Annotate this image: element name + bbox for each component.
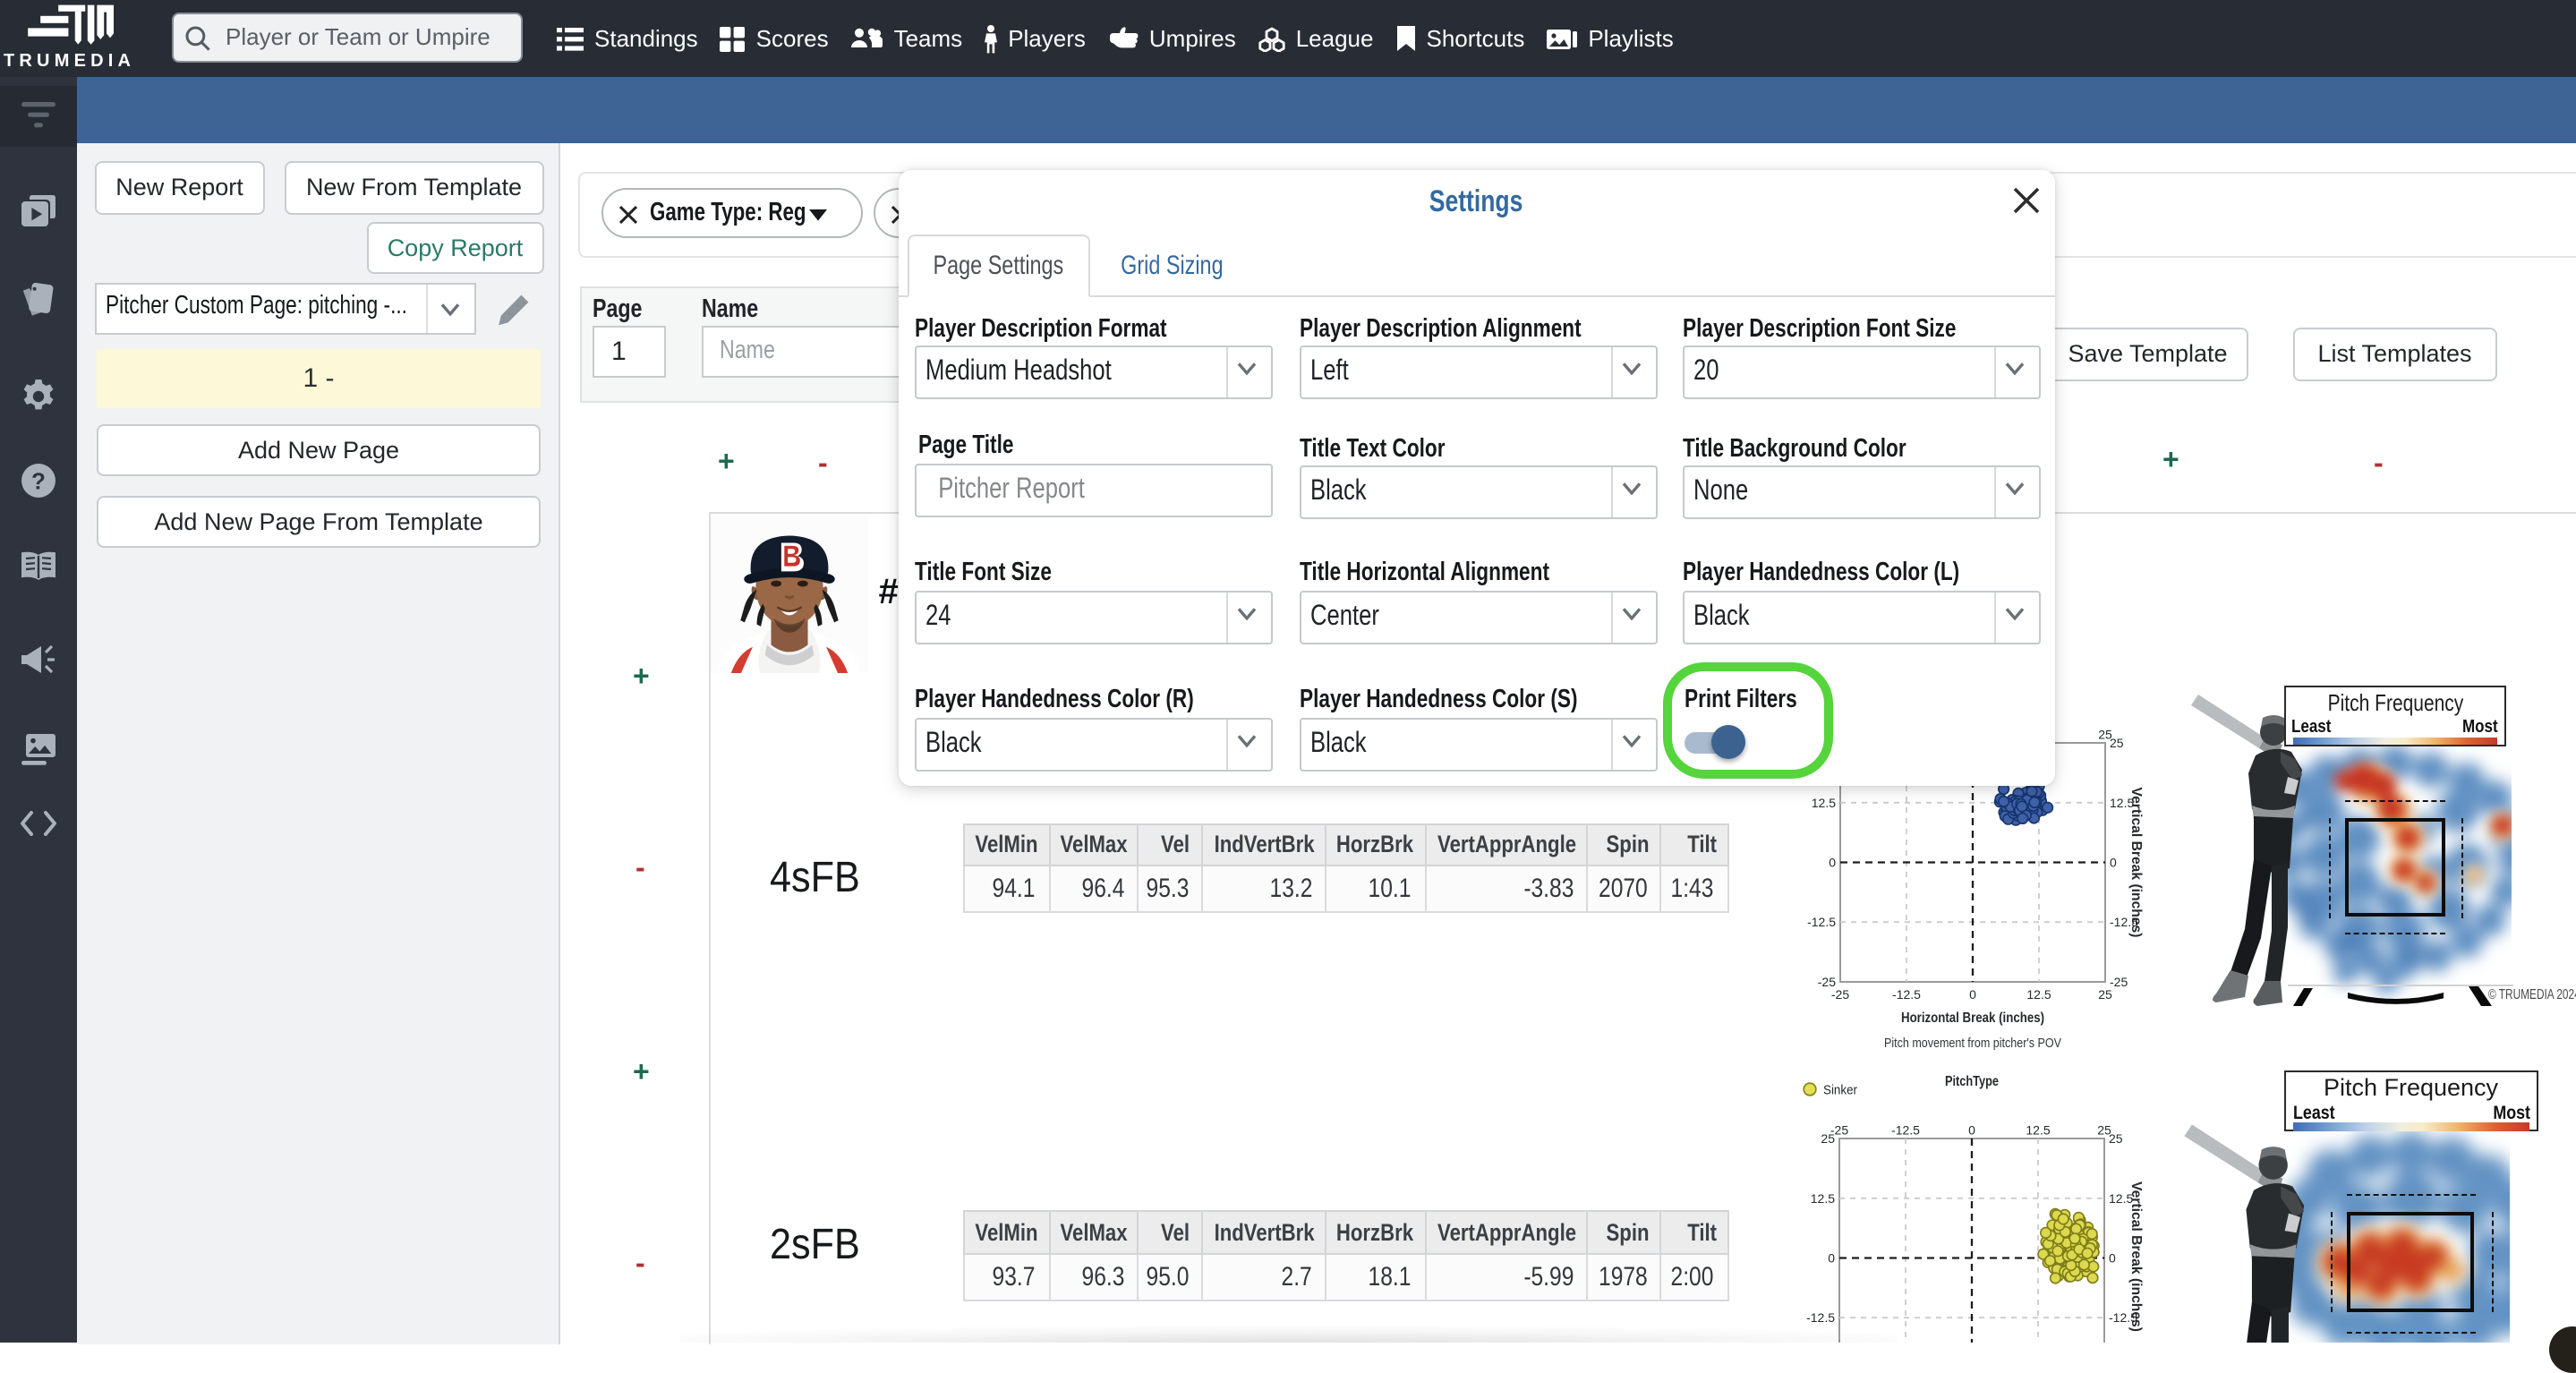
svg-text:12.5: 12.5 [2026,987,2051,1002]
svg-text:-12.5: -12.5 [1891,1123,1920,1138]
svg-text:12.5: 12.5 [1812,796,1836,810]
svg-text:25: 25 [2098,987,2112,1002]
svg-text:0: 0 [2110,855,2117,869]
svg-text:-12.5: -12.5 [1892,987,1921,1002]
svg-text:0: 0 [1828,1250,1835,1265]
svg-text:Pitch movement from pitcher's: Pitch movement from pitcher's POV [1884,1036,2061,1051]
svg-text:Vertical Break (inches): Vertical Break (inches) [2128,788,2144,938]
svg-text:12.5: 12.5 [1811,1191,1835,1206]
svg-text:-25: -25 [1831,987,1849,1002]
svg-text:?: ? [31,466,46,493]
svg-text:-25: -25 [2110,975,2128,989]
svg-text:-12.5: -12.5 [1807,915,1836,929]
svg-text:25: 25 [2098,728,2112,742]
svg-text:0: 0 [1829,855,1836,869]
svg-text:12.5: 12.5 [2026,1123,2050,1138]
svg-text:Horizontal Break (inches): Horizontal Break (inches) [1901,1011,2044,1026]
svg-text:-25: -25 [1830,1123,1848,1138]
svg-text:0: 0 [1969,987,1976,1002]
svg-text:PitchType: PitchType [1945,1074,1999,1089]
svg-text:Vertical Break (inches): Vertical Break (inches) [2128,1181,2144,1332]
svg-text:-12.5: -12.5 [1806,1310,1835,1325]
svg-text:0: 0 [1968,1123,1975,1138]
svg-text:25: 25 [2097,1123,2111,1138]
svg-text:0: 0 [2109,1250,2116,1265]
svg-text:Sinker: Sinker [1823,1084,1857,1098]
